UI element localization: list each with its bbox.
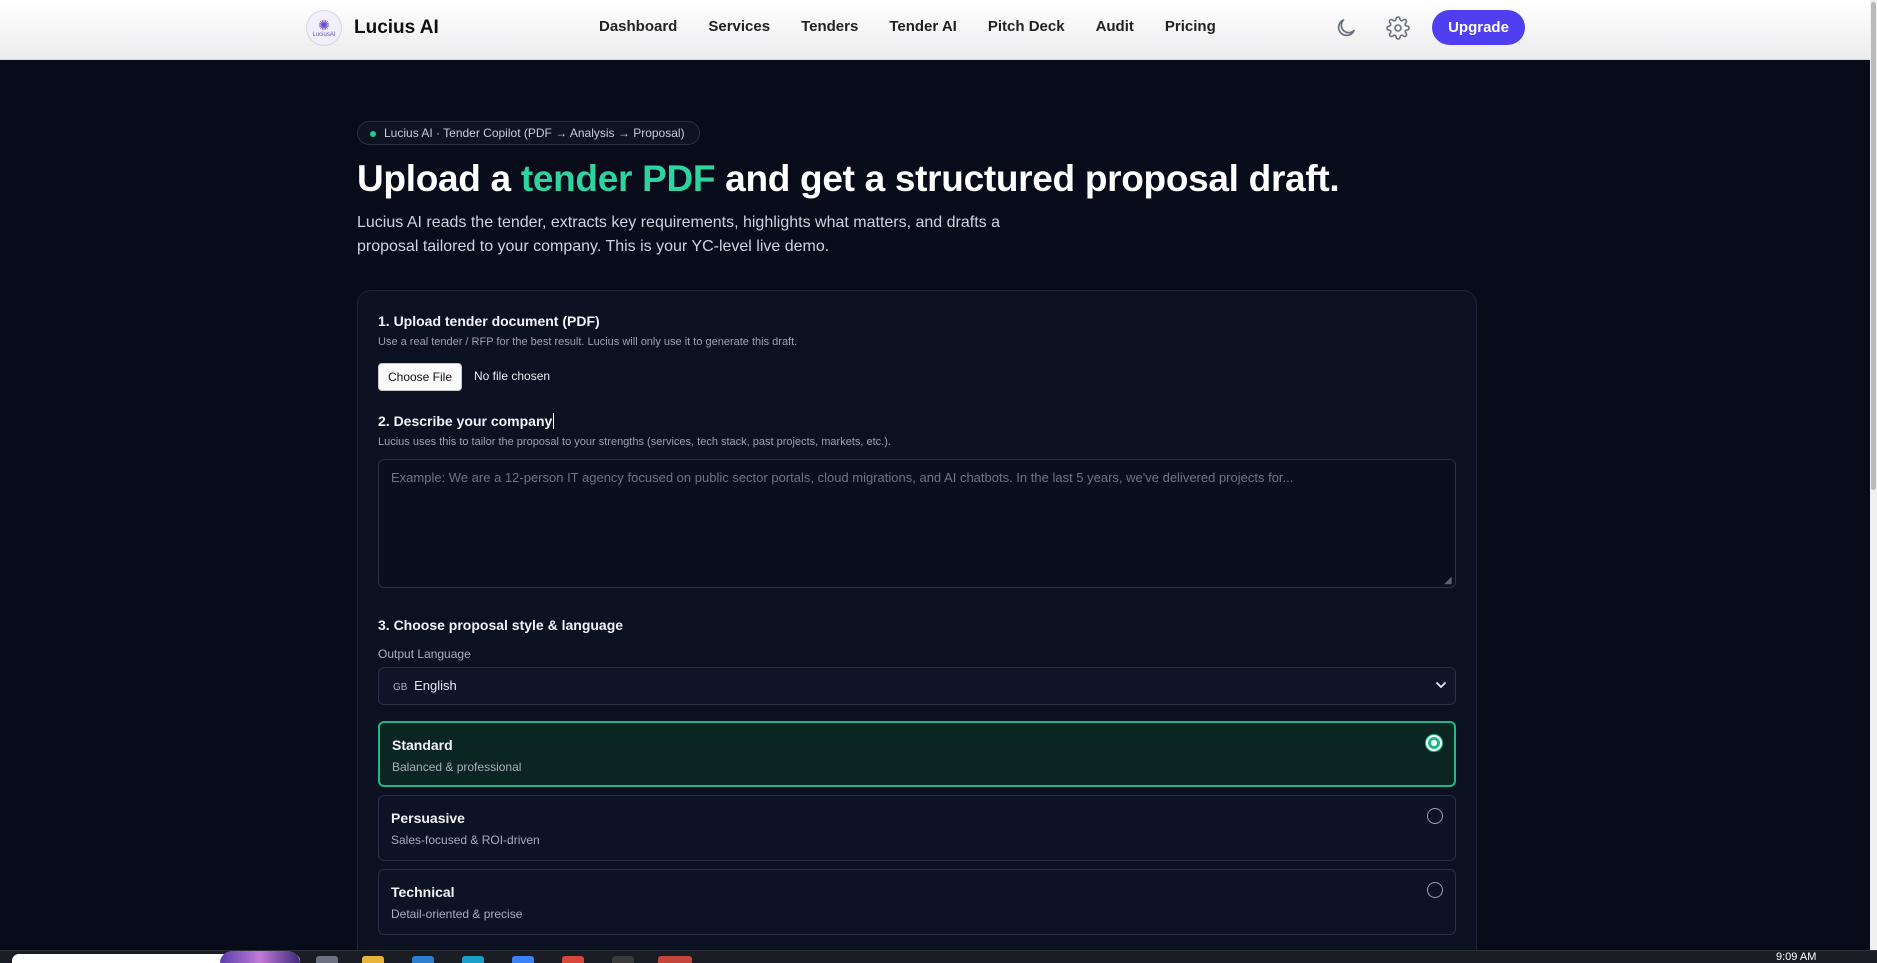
company-description-textarea[interactable]: [378, 459, 1456, 588]
logo-text: LuciusAI: [312, 32, 336, 38]
gear-icon[interactable]: [1386, 16, 1410, 40]
store-icon[interactable]: [412, 956, 434, 963]
title-part-2: and get a structured proposal draft.: [715, 158, 1340, 199]
product-pill: Lucius AI · Tender Copilot (PDF → Analys…: [357, 121, 700, 145]
app-icon-dark[interactable]: [612, 956, 634, 963]
chevron-down-icon: [1435, 668, 1447, 718]
radio-unchecked-icon[interactable]: [1427, 808, 1443, 824]
style-option-name: Technical: [391, 884, 455, 900]
scrollbar-thumb[interactable]: [1871, 2, 1876, 490]
title-part-1: Upload a: [357, 158, 521, 199]
taskbar-clock: 9:09 AM: [1776, 951, 1817, 963]
step-2-hint: Lucius uses this to tailor the proposal …: [378, 436, 891, 448]
page-title: Upload a tender PDF and get a structured…: [357, 158, 1340, 200]
step-2-title: 2. Describe your company: [378, 413, 555, 429]
style-option-desc: Detail-oriented & precise: [391, 907, 523, 921]
task-view-icon[interactable]: [316, 956, 338, 963]
title-accent: tender PDF: [520, 158, 716, 199]
style-option-desc: Balanced & professional: [392, 760, 522, 774]
style-option-standard[interactable]: Standard Balanced & professional: [378, 721, 1456, 787]
choose-file-button[interactable]: Choose File: [378, 363, 462, 391]
radio-unchecked-icon[interactable]: [1427, 882, 1443, 898]
step-3-title: 3. Choose proposal style & language: [378, 617, 624, 633]
nav-link-pricing[interactable]: Pricing: [1165, 18, 1216, 35]
top-navigation-bar: ✺ LuciusAI Lucius AI Dashboard Services …: [0, 0, 1870, 60]
text-cursor: [553, 413, 555, 429]
logo-icon: ✺: [318, 17, 330, 33]
pill-text: Lucius AI · Tender Copilot (PDF → Analys…: [384, 126, 685, 140]
nav-link-tender-ai[interactable]: Tender AI: [889, 18, 957, 35]
step-1-title: 1. Upload tender document (PDF): [378, 313, 600, 329]
gb-flag-icon: GB: [393, 682, 408, 693]
main-nav: Dashboard Services Tenders Tender AI Pit…: [599, 18, 1247, 35]
nav-link-tenders[interactable]: Tenders: [801, 18, 858, 35]
app-icon-blue[interactable]: [512, 956, 534, 963]
step-2-title-text: 2. Describe your company: [378, 413, 553, 429]
file-status: No file chosen: [474, 369, 551, 383]
os-taskbar: 9:09 AM: [0, 950, 1877, 963]
nav-link-dashboard[interactable]: Dashboard: [599, 18, 677, 35]
brand[interactable]: ✺ LuciusAI Lucius AI: [306, 10, 439, 46]
status-dot-icon: [370, 131, 376, 137]
output-language-value: English: [414, 678, 457, 693]
style-option-desc: Sales-focused & ROI-driven: [391, 833, 540, 847]
app-icon-red[interactable]: [562, 956, 584, 963]
nav-link-services[interactable]: Services: [708, 18, 770, 35]
chrome-icon[interactable]: [658, 956, 692, 963]
step-1-hint: Use a real tender / RFP for the best res…: [378, 336, 798, 348]
style-option-name: Persuasive: [391, 810, 465, 826]
radio-checked-icon[interactable]: [1426, 735, 1442, 751]
moon-icon[interactable]: [1334, 16, 1358, 40]
brand-logo: ✺ LuciusAI: [306, 10, 342, 46]
brand-name: Lucius AI: [354, 17, 439, 38]
nav-link-audit[interactable]: Audit: [1096, 18, 1134, 35]
page-subtitle: Lucius AI reads the tender, extracts key…: [357, 214, 1000, 255]
output-language-label: Output Language: [378, 647, 471, 661]
style-option-name: Standard: [392, 737, 453, 753]
style-option-technical[interactable]: Technical Detail-oriented & precise: [378, 869, 1456, 935]
nav-link-pitch-deck[interactable]: Pitch Deck: [988, 18, 1065, 35]
style-option-persuasive[interactable]: Persuasive Sales-focused & ROI-driven: [378, 795, 1456, 861]
search-highlight-image: [220, 951, 300, 963]
resize-handle-icon[interactable]: ◢: [1444, 576, 1454, 586]
output-language-select[interactable]: GB English: [378, 667, 1456, 705]
edge-icon[interactable]: [462, 956, 484, 963]
file-explorer-icon[interactable]: [362, 956, 384, 963]
upgrade-button[interactable]: Upgrade: [1432, 10, 1525, 45]
